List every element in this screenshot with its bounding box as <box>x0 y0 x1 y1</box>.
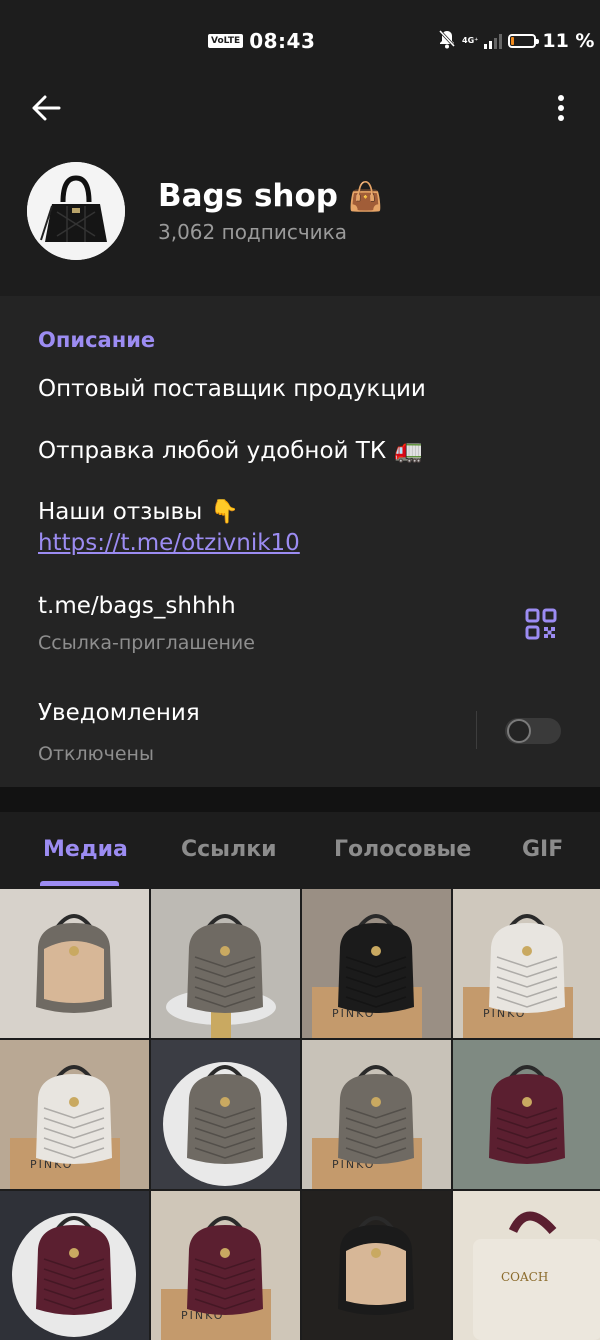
tab-media[interactable]: Медиа <box>43 837 128 862</box>
more-vertical-icon <box>558 95 564 121</box>
media-thumbnail[interactable]: PINKO <box>302 1040 451 1189</box>
media-thumbnail[interactable]: PINKO <box>453 889 600 1038</box>
active-tab-indicator <box>40 881 119 886</box>
mute-bell-icon <box>438 29 456 53</box>
media-grid: PINKO PINKO PINKO PINKO PINKO COACH <box>0 889 600 1340</box>
bag-photo: PINKO <box>302 1040 451 1189</box>
description-line: Оптовый поставщик продукции <box>38 376 426 402</box>
notifications-toggle[interactable] <box>505 718 561 744</box>
tab-links[interactable]: Ссылки <box>181 837 277 862</box>
notifications-title: Уведомления <box>38 700 200 726</box>
bag-photo: PINKO <box>151 1191 300 1340</box>
qr-code-button[interactable] <box>525 608 557 644</box>
media-thumbnail[interactable] <box>302 1191 451 1340</box>
channel-info-card: Описание Оптовый поставщик продукции Отп… <box>0 296 600 787</box>
bag-photo <box>151 889 300 1038</box>
network-type: 4G⁺ <box>462 36 479 45</box>
bag-photo <box>0 889 149 1038</box>
section-divider <box>0 787 600 812</box>
description-line: Отправка любой удобной ТК 🚛 <box>38 437 423 465</box>
pointing-down-icon: 👇 <box>210 499 239 525</box>
description-heading: Описание <box>38 328 156 352</box>
invite-link-label: Ссылка-приглашение <box>38 632 255 654</box>
media-tabs: Медиа Ссылки Голосовые GIF <box>0 812 600 889</box>
description-text: Отправка любой удобной ТК <box>38 437 387 464</box>
battery-icon <box>508 34 540 48</box>
volte-badge: VoLTE <box>208 34 244 48</box>
clock: 08:43 <box>249 29 316 53</box>
media-thumbnail[interactable] <box>0 889 149 1038</box>
media-thumbnail[interactable]: PINKO <box>0 1040 149 1189</box>
channel-name-text: Bags shop <box>158 178 338 214</box>
status-bar: VoLTE 08:43 4G⁺ 11 % <box>0 0 600 80</box>
channel-title: Bags shop 👜 <box>158 178 383 214</box>
bag-photo <box>151 1040 300 1189</box>
media-thumbnail[interactable]: PINKO <box>302 889 451 1038</box>
bag-photo <box>0 1191 149 1340</box>
description-line: Наши отзывы 👇 <box>38 498 239 526</box>
truck-icon: 🚛 <box>394 438 423 464</box>
media-thumbnail[interactable] <box>453 1040 600 1189</box>
bag-photo <box>453 1040 600 1189</box>
bag-photo: COACH <box>453 1191 600 1340</box>
channel-avatar[interactable] <box>27 162 125 260</box>
battery-percent: 11 % <box>542 30 595 52</box>
qr-code-icon <box>525 608 557 640</box>
bag-photo: PINKO <box>453 889 600 1038</box>
bag-photo: PINKO <box>302 889 451 1038</box>
signal-icon <box>484 33 503 49</box>
divider <box>476 711 477 749</box>
reviews-link[interactable]: https://t.me/otzivnik10 <box>38 530 300 556</box>
bag-photo <box>302 1191 451 1340</box>
arrow-left-icon <box>32 95 61 121</box>
media-thumbnail[interactable]: PINKO <box>151 1191 300 1340</box>
media-thumbnail[interactable]: COACH <box>453 1191 600 1340</box>
invite-link[interactable]: t.me/bags_shhhh <box>38 593 236 619</box>
tab-gif[interactable]: GIF <box>522 837 563 862</box>
bag-photo: PINKO <box>0 1040 149 1189</box>
more-menu-button[interactable] <box>545 88 577 128</box>
svg-text:COACH: COACH <box>501 1270 548 1284</box>
media-thumbnail[interactable] <box>0 1191 149 1340</box>
description-text: Наши отзывы <box>38 498 203 525</box>
notifications-status: Отключены <box>38 743 154 765</box>
handbag-icon: 👜 <box>348 179 383 213</box>
media-thumbnail[interactable] <box>151 1040 300 1189</box>
description-text: Оптовый поставщик продукции <box>38 376 426 402</box>
subscriber-count: 3,062 подписчика <box>158 220 347 244</box>
back-button[interactable] <box>26 88 66 128</box>
media-thumbnail[interactable] <box>151 889 300 1038</box>
tab-voice[interactable]: Голосовые <box>334 837 471 862</box>
